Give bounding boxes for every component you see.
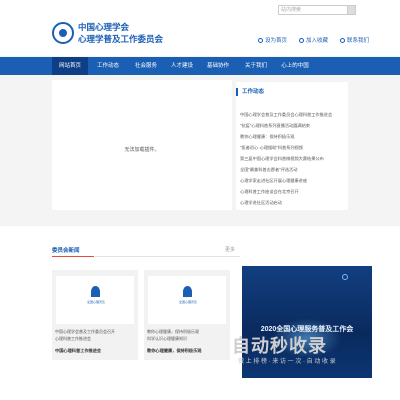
- list-item[interactable]: 教你心理健康：保持积极乐观: [240, 132, 346, 143]
- news-summary: 中国心理学会普及工作委员会召开 心理科普工作推进会: [55, 329, 115, 341]
- list-item[interactable]: 心理科普工作座谈会在北京召开: [240, 187, 346, 198]
- watermark: 自动秒收录 做 上 排 榜 · 来 访 一 次 · 自 动 收 录: [232, 332, 392, 372]
- watermark-subtext: 做 上 排 榜 · 来 访 一 次 · 自 动 收 录: [238, 359, 336, 365]
- home-icon: [258, 38, 263, 43]
- committee-news-section: 委员会新闻 更多 全国心理普及 中国心理学会普及工作委员会召开 心理科普工作推进…: [0, 226, 400, 400]
- list-item[interactable]: "抗疫"心理科普系列直播活动圆满结束: [240, 121, 346, 132]
- logo-emblem-icon: [52, 22, 74, 44]
- nav-item-home[interactable]: 网站首页: [52, 57, 88, 75]
- set-homepage-link[interactable]: 设为首页: [258, 36, 287, 44]
- search-button[interactable]: [347, 5, 356, 15]
- list-item[interactable]: 第三届中国心理学会科普微视频大赛结果公布: [240, 154, 346, 165]
- news-card[interactable]: 全国心理普及 中国心理学会普及工作委员会召开 心理科普工作推进会 中国心理科普工…: [52, 270, 138, 360]
- play-icon[interactable]: [342, 274, 348, 280]
- list-item[interactable]: 心理学家走进社区开展心理健康讲座: [240, 176, 346, 187]
- logo-emblem-icon: [183, 286, 192, 297]
- news-thumbnail: 全国心理普及: [148, 276, 226, 324]
- panel-title: 工作动态: [236, 88, 264, 96]
- list-item[interactable]: "医者初心·心理援助"科普系列视频: [240, 143, 346, 154]
- divider: [95, 256, 240, 257]
- news-thumbnail: 全国心理普及: [56, 276, 134, 324]
- nav-item-china[interactable]: 心上的中国: [274, 57, 316, 75]
- list-item[interactable]: 中国心理学会普及工作委员会心理科普工作推进会: [240, 110, 346, 121]
- nav-item-talent[interactable]: 人才建设: [164, 57, 200, 75]
- news-title: 教你心理健康，保持积极乐观: [147, 348, 202, 353]
- plugin-error-text: 无法加载插件。: [124, 147, 160, 153]
- work-news-list: 中国心理学会普及工作委员会心理科普工作推进会 "抗疫"心理科普系列直播活动圆满结…: [240, 110, 346, 209]
- logo-subtitle: 心理学普及工作委员会: [78, 34, 164, 44]
- list-item[interactable]: 心理学进社区活动启动: [240, 198, 346, 209]
- list-item[interactable]: 全国"最美科普志愿者"评选活动: [240, 165, 346, 176]
- more-link[interactable]: 更多: [225, 246, 235, 253]
- logo-emblem-icon: [91, 286, 100, 297]
- site-logo[interactable]: 中国心理学会 心理学普及工作委员会: [52, 21, 180, 47]
- main-nav: 网站首页 工作动态 社会服务 人才建设 基础协作 关于我们 心上的中国: [0, 57, 400, 75]
- nav-item-about[interactable]: 关于我们: [238, 57, 274, 75]
- search-input[interactable]: 站内搜索: [278, 5, 348, 15]
- news-summary: 教你心理健康，保持积极乐观 科学认识心理健康知识: [147, 329, 199, 341]
- news-title: 中国心理科普工作推进会: [55, 348, 102, 353]
- logo-title: 中国心理学会: [78, 22, 130, 32]
- section-title: 委员会新闻: [52, 248, 80, 254]
- site-header: 中国心理学会 心理学普及工作委员会 站内搜索 设为首页 加入收藏 联系我们: [0, 0, 400, 56]
- banner-area: 无法加载插件。: [52, 80, 232, 210]
- news-card[interactable]: 全国心理普及 教你心理健康，保持积极乐观 科学认识心理健康知识 教你心理健康，保…: [144, 270, 230, 360]
- nav-item-work-news[interactable]: 工作动态: [90, 57, 126, 75]
- star-icon: [299, 38, 304, 43]
- nav-item-collaboration[interactable]: 基础协作: [200, 57, 236, 75]
- work-news-panel: 工作动态 中国心理学会普及工作委员会心理科普工作推进会 "抗疫"心理科普系列直播…: [236, 82, 348, 210]
- title-underline: [52, 256, 94, 257]
- nav-item-social-service[interactable]: 社会服务: [128, 57, 164, 75]
- add-favorite-link[interactable]: 加入收藏: [299, 36, 328, 44]
- contact-icon: [340, 38, 345, 43]
- main-content: 无法加载插件。 工作动态 中国心理学会普及工作委员会心理科普工作推进会 "抗疫"…: [52, 80, 348, 210]
- watermark-text: 自动秒收录: [232, 336, 327, 356]
- contact-link[interactable]: 联系我们: [340, 36, 369, 44]
